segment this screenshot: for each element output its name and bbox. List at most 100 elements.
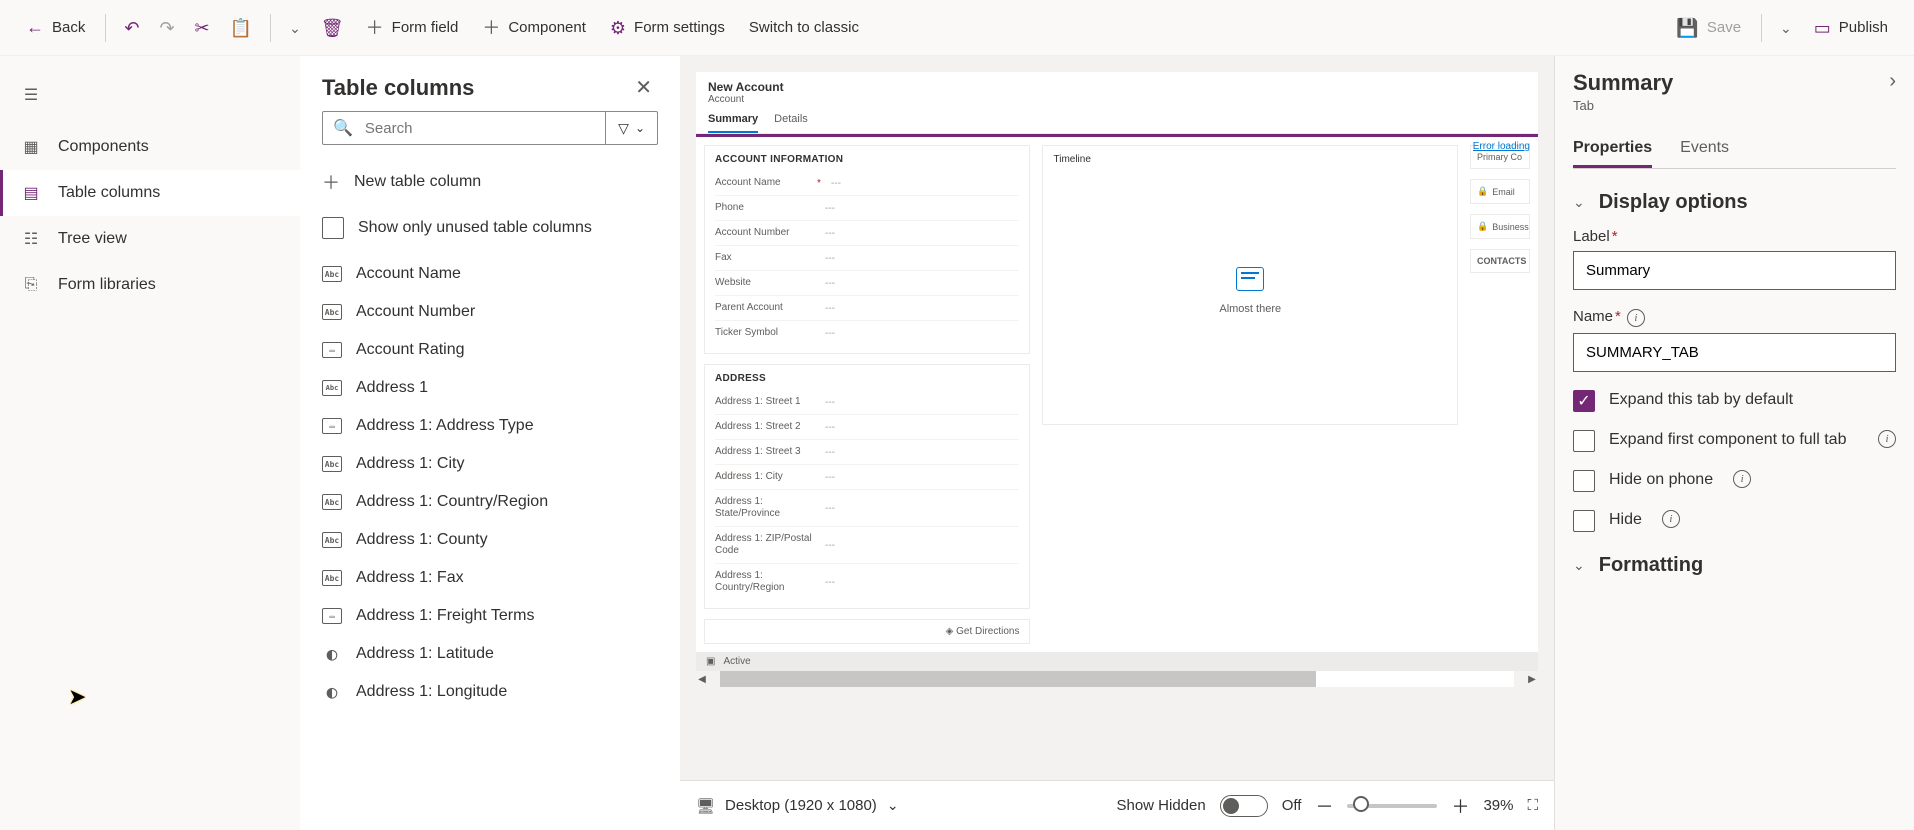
side-business[interactable]: 🔒Business <box>1470 214 1530 239</box>
close-icon: ✕ <box>635 77 652 99</box>
tc-column-item[interactable]: ◐Address 1: Longitude <box>322 673 672 711</box>
publish-button[interactable]: ▭Publish <box>1804 11 1898 45</box>
tc-filter-button[interactable]: ▽ ⌄ <box>606 111 658 145</box>
paste-menu-button[interactable]: ⌄ <box>281 13 309 43</box>
add-form-field-button[interactable]: ＋Form field <box>356 11 469 45</box>
scroll-left-icon[interactable]: ◀ <box>696 674 708 685</box>
cut-button[interactable]: ✂ <box>187 11 218 45</box>
paste-icon: 📋 <box>230 19 252 37</box>
form-canvas[interactable]: New Account Account SummaryDetails Error… <box>696 72 1538 671</box>
tc-column-item[interactable]: AbcAddress 1: Country/Region <box>322 483 672 521</box>
chevron-right-icon[interactable]: › <box>1889 70 1896 93</box>
formatting-header[interactable]: ⌄ Formatting <box>1573 554 1896 577</box>
form-field[interactable]: Parent Account--- <box>715 296 1019 321</box>
nav-tree-view[interactable]: ☷ Tree view <box>0 216 300 262</box>
info-icon[interactable]: i <box>1733 470 1751 488</box>
nav-form-libraries[interactable]: ⎘ Form libraries <box>0 262 300 308</box>
tc-column-item[interactable]: ▭Account Rating <box>322 331 672 369</box>
zoom-slider[interactable] <box>1347 804 1437 808</box>
zoom-in-button[interactable]: ＋ <box>1451 793 1469 819</box>
expand-default-checkbox[interactable] <box>1573 390 1595 412</box>
hide-phone-checkbox[interactable] <box>1573 470 1595 492</box>
tc-column-item[interactable]: AbcAccount Name <box>322 255 672 293</box>
hide-checkbox[interactable] <box>1573 510 1595 532</box>
tc-column-item[interactable]: ◐Address 1: Latitude <box>322 635 672 673</box>
hide-phone-row[interactable]: Hide on phone i <box>1573 470 1896 492</box>
info-icon[interactable]: i <box>1878 430 1896 448</box>
form-field[interactable]: Address 1: City--- <box>715 465 1019 490</box>
form-field[interactable]: Address 1: Country/Region--- <box>715 564 1019 600</box>
nav-hamburger[interactable]: ☰ <box>0 72 300 124</box>
canvas-scroll[interactable]: New Account Account SummaryDetails Error… <box>680 56 1554 780</box>
form-field[interactable]: Account Name*--- <box>715 171 1019 196</box>
name-input[interactable] <box>1573 333 1896 372</box>
form-field[interactable]: Address 1: ZIP/Postal Code--- <box>715 527 1019 564</box>
canvas-tab[interactable]: Details <box>774 113 808 133</box>
expand-first-row[interactable]: Expand first component to full tab i <box>1573 430 1896 452</box>
tc-column-item[interactable]: AbcAddress 1 <box>322 369 672 407</box>
info-icon[interactable]: i <box>1627 309 1645 327</box>
label-input[interactable] <box>1573 251 1896 290</box>
tc-column-item[interactable]: AbcAddress 1: Fax <box>322 559 672 597</box>
form-field[interactable]: Address 1: State/Province--- <box>715 490 1019 527</box>
save-button[interactable]: 💾Save <box>1666 11 1751 45</box>
side-email[interactable]: 🔒Email <box>1470 179 1530 204</box>
side-contacts[interactable]: CONTACTS <box>1470 249 1530 273</box>
form-settings-button[interactable]: ⚙Form settings <box>600 11 735 45</box>
switch-classic-button[interactable]: Switch to classic <box>739 11 869 44</box>
field-label: Account Name <box>715 177 815 189</box>
props-tab[interactable]: Properties <box>1573 131 1652 168</box>
canvas-error-link[interactable]: Error loading <box>1473 141 1530 152</box>
chevron-down-icon[interactable]: ⌄ <box>887 797 899 814</box>
form-field[interactable]: Phone--- <box>715 196 1019 221</box>
display-options-header[interactable]: ⌄ Display options <box>1573 191 1896 214</box>
props-tab[interactable]: Events <box>1680 131 1729 168</box>
new-table-column-button[interactable]: ＋ New table column <box>300 157 680 207</box>
paste-button[interactable]: 📋 <box>222 11 260 45</box>
tc-column-item[interactable]: AbcAddress 1: City <box>322 445 672 483</box>
form-field[interactable]: Fax--- <box>715 246 1019 271</box>
account-info-section[interactable]: ACCOUNT INFORMATION Account Name*---Phon… <box>704 145 1030 354</box>
nav-components[interactable]: ▦ Components <box>0 124 300 170</box>
expand-first-checkbox[interactable] <box>1573 430 1595 452</box>
scroll-thumb[interactable] <box>720 671 1316 687</box>
tc-column-item[interactable]: ▭Address 1: Address Type <box>322 407 672 445</box>
form-field[interactable]: Account Number--- <box>715 221 1019 246</box>
get-directions-row[interactable]: ◈ Get Directions <box>704 619 1030 644</box>
undo-button[interactable]: ↶ <box>116 11 147 45</box>
fit-screen-button[interactable]: ⛶ <box>1527 797 1538 814</box>
tc-column-item[interactable]: ▭Address 1: Freight Terms <box>322 597 672 635</box>
show-hidden-toggle[interactable] <box>1220 795 1268 817</box>
save-menu-button[interactable]: ⌄ <box>1772 13 1800 43</box>
tc-column-item[interactable]: AbcAddress 1: County <box>322 521 672 559</box>
expand-default-row[interactable]: Expand this tab by default <box>1573 390 1896 412</box>
form-field[interactable]: Address 1: Street 2--- <box>715 415 1019 440</box>
form-field[interactable]: Website--- <box>715 271 1019 296</box>
scroll-right-icon[interactable]: ▶ <box>1526 674 1538 685</box>
tc-search-box[interactable]: 🔍 <box>322 111 606 145</box>
zoom-out-button[interactable]: － <box>1315 793 1333 819</box>
publish-label: Publish <box>1839 19 1888 36</box>
nav-table-columns[interactable]: ▤ Table columns <box>0 170 300 216</box>
form-field[interactable]: Ticker Symbol--- <box>715 321 1019 345</box>
address-section[interactable]: ADDRESS Address 1: Street 1---Address 1:… <box>704 364 1030 609</box>
delete-button[interactable]: 🗑 <box>313 11 352 45</box>
timeline-section[interactable]: Timeline Almost there <box>1042 145 1458 425</box>
back-button[interactable]: ← Back <box>16 9 95 46</box>
field-value: --- <box>825 577 835 588</box>
form-field[interactable]: Address 1: Street 1--- <box>715 390 1019 415</box>
add-component-button[interactable]: ＋Component <box>472 11 596 45</box>
show-unused-row[interactable]: Show only unused table columns <box>300 207 680 255</box>
field-value: --- <box>825 328 835 339</box>
info-icon[interactable]: i <box>1662 510 1680 528</box>
tc-search-input[interactable] <box>363 119 595 138</box>
canvas-tab[interactable]: Summary <box>708 113 758 133</box>
tc-column-item[interactable]: AbcAccount Number <box>322 293 672 331</box>
tc-close-button[interactable]: ✕ <box>629 74 658 101</box>
form-field[interactable]: Address 1: Street 3--- <box>715 440 1019 465</box>
show-unused-checkbox[interactable] <box>322 217 344 239</box>
tc-column-list[interactable]: AbcAccount NameAbcAccount Number▭Account… <box>300 255 680 830</box>
canvas-hscrollbar[interactable]: ◀ ▶ <box>696 671 1538 687</box>
redo-button[interactable]: ↷ <box>151 11 182 45</box>
hide-row[interactable]: Hide i <box>1573 510 1896 532</box>
